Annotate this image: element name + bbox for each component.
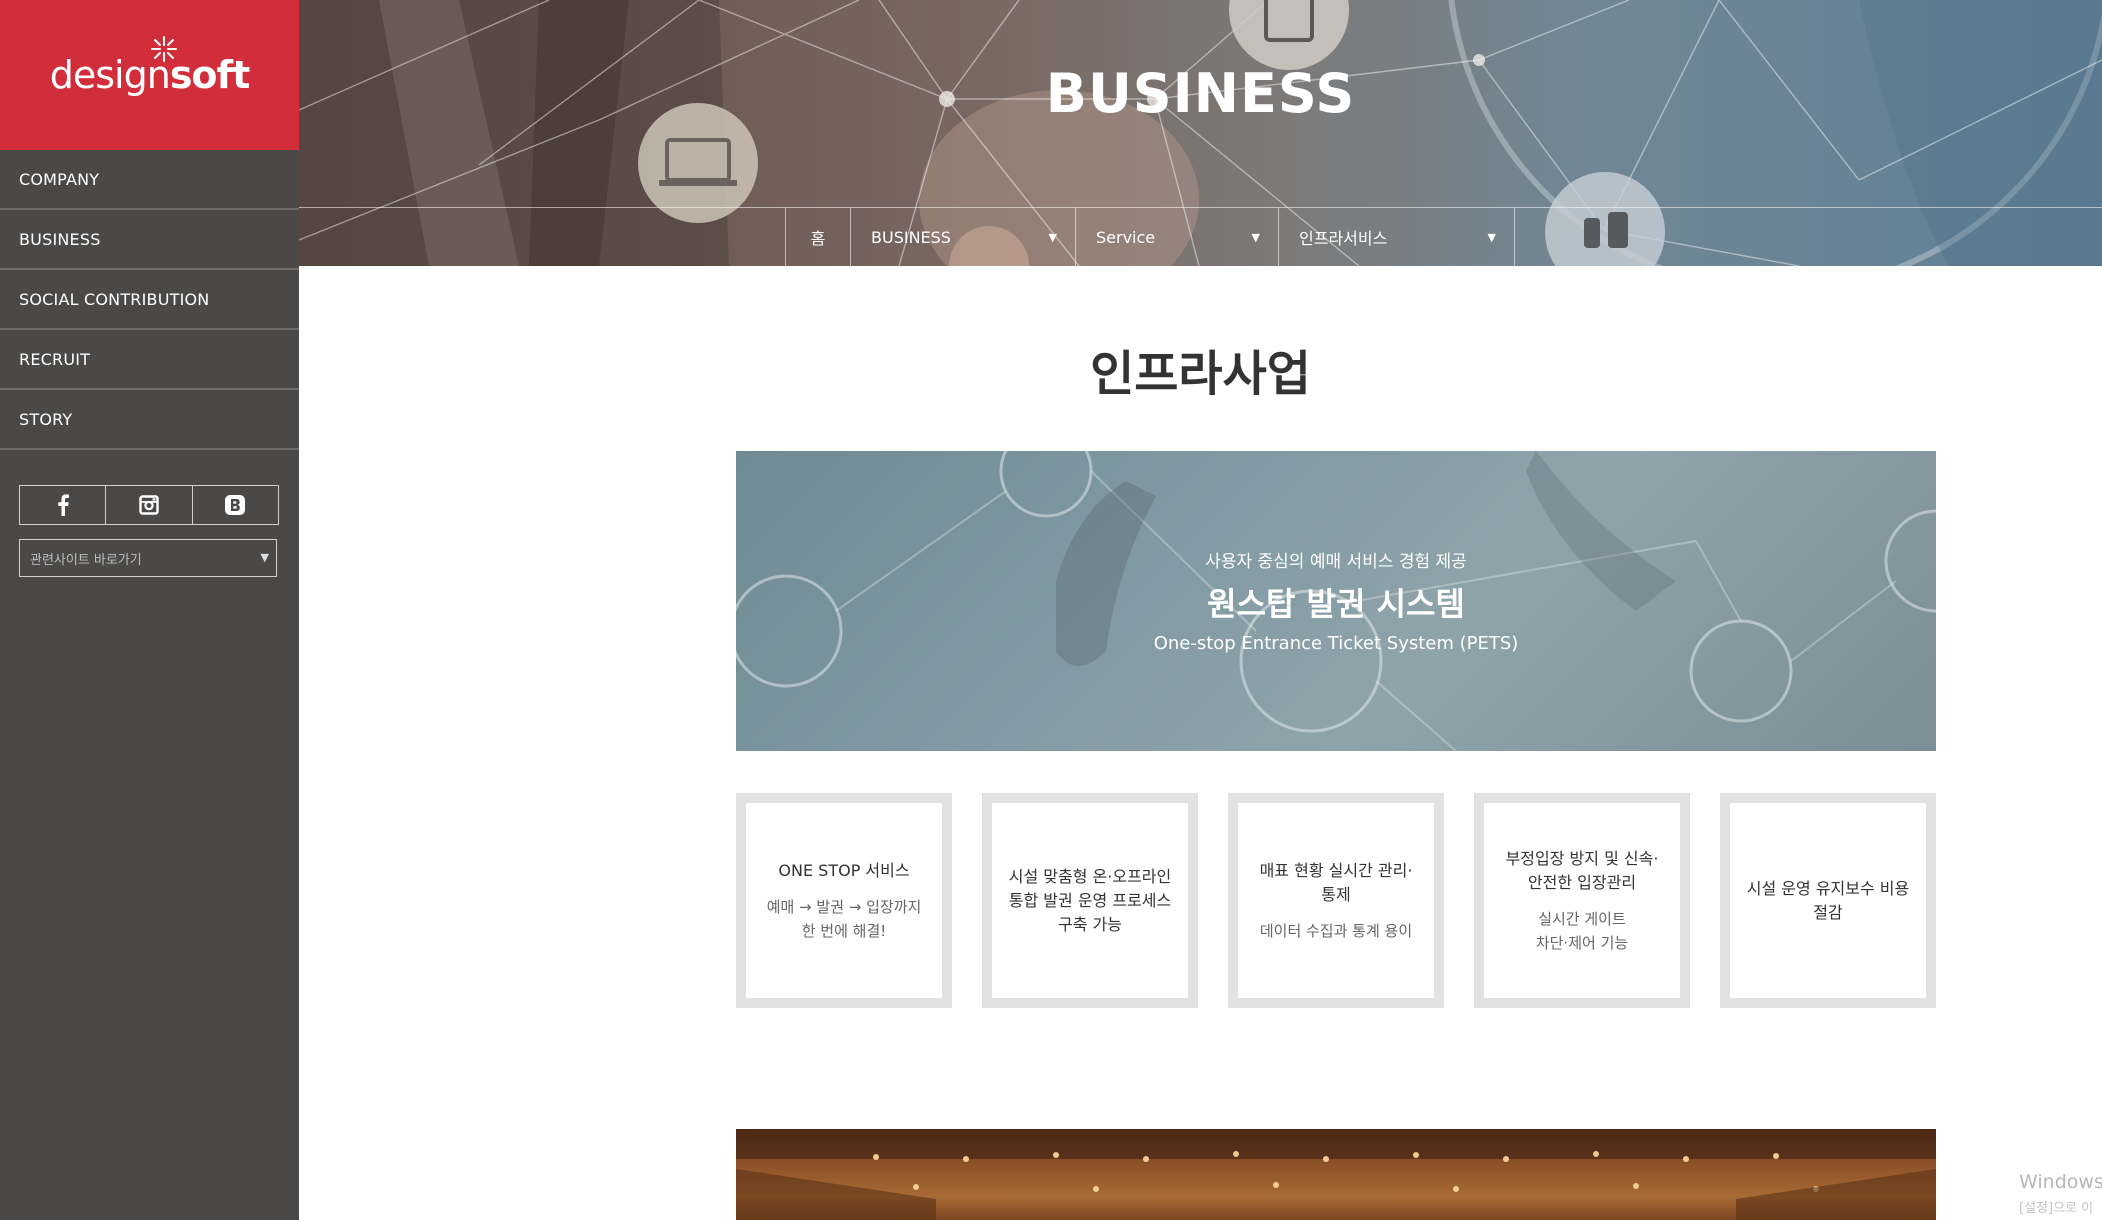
- feature-desc: 실시간 게이트 차단·제어 기능: [1536, 907, 1628, 955]
- nav-item-label: STORY: [19, 409, 73, 429]
- page-title: 인프라사업: [1090, 346, 1311, 402]
- banner-title: 원스탑 발권 시스템: [1207, 585, 1465, 623]
- breadcrumb-infra-select[interactable]: 인프라서비스 ▼: [1278, 208, 1515, 266]
- related-sites-select[interactable]: 관련사이트 바로가기 ▼: [19, 539, 277, 577]
- feature-title: 매표 현황 실시간 관리· 통제: [1260, 859, 1413, 907]
- feature-title-line: ONE STOP 서비스: [778, 860, 910, 880]
- feature-desc: 예매 → 발권 → 입장까지 한 번에 해결!: [767, 895, 922, 943]
- venue-illustration: [736, 1129, 1936, 1220]
- hero-banner: BUSINESS 홈 BUSINESS ▼ Service ▼ 인프라서비스 ▼: [299, 0, 2102, 266]
- logo-text: designsoft: [50, 36, 250, 97]
- nav-item-business[interactable]: BUSINESS: [0, 210, 299, 270]
- nav-item-label: COMPANY: [19, 169, 100, 189]
- breadcrumb-business-select[interactable]: BUSINESS ▼: [850, 208, 1075, 266]
- feature-card: 시설 운영 유지보수 비용 절감: [1720, 793, 1936, 1008]
- breadcrumb: 홈 BUSINESS ▼ Service ▼ 인프라서비스 ▼: [785, 208, 1515, 266]
- feature-title-line: 절감: [1813, 902, 1843, 922]
- feature-title-line: 안전한 입장관리: [1527, 872, 1637, 892]
- facebook-button[interactable]: [20, 486, 107, 524]
- feature-title: 시설 운영 유지보수 비용 절감: [1747, 877, 1909, 925]
- instagram-button[interactable]: [106, 486, 193, 524]
- feature-desc-line: 실시간 게이트: [1538, 909, 1626, 928]
- feature-title-line: 구축 가능: [1058, 914, 1122, 934]
- feature-title-line: 통합 발권 운영 프로세스: [1008, 890, 1172, 910]
- windows-activation-watermark: Windows: [2019, 1171, 2102, 1193]
- feature-desc-line: 예매 → 발권 → 입장까지: [766, 897, 922, 916]
- service-banner: 사용자 중심의 예매 서비스 경험 제공 원스탑 발권 시스템 One-stop…: [736, 451, 1936, 751]
- windows-activation-watermark-sub: [설정]으로 이: [2019, 1201, 2094, 1216]
- blog-icon: [225, 495, 246, 515]
- facebook-icon: [57, 494, 69, 516]
- related-sites-placeholder: 관련사이트 바로가기: [30, 552, 142, 568]
- feature-title-line: 부정입장 방지 및 신속·: [1505, 848, 1659, 868]
- banner-subtitle: 사용자 중심의 예매 서비스 경험 제공: [1205, 552, 1467, 572]
- nav-item-recruit[interactable]: RECRUIT: [0, 330, 299, 390]
- venue-banner-image: [736, 1129, 1936, 1220]
- nav-item-company[interactable]: COMPANY: [0, 150, 299, 210]
- feature-title-line: 시설 운영 유지보수 비용: [1746, 878, 1910, 898]
- feature-title-line: 통제: [1321, 884, 1351, 904]
- feature-card: 매표 현황 실시간 관리· 통제 데이터 수집과 통계 용이: [1228, 793, 1444, 1008]
- feature-card: ONE STOP 서비스 예매 → 발권 → 입장까지 한 번에 해결!: [736, 793, 952, 1008]
- feature-title: ONE STOP 서비스: [778, 859, 909, 883]
- logo-text-bold: soft: [169, 53, 250, 97]
- chevron-down-icon: ▼: [1487, 230, 1496, 244]
- nav-item-label: BUSINESS: [19, 229, 101, 249]
- feature-title: 시설 맞춤형 온·오프라인 통합 발권 운영 프로세스 구축 가능: [1009, 865, 1171, 937]
- breadcrumb-home-label: 홈: [810, 229, 826, 248]
- chevron-down-icon: ▼: [1251, 230, 1260, 244]
- breadcrumb-service-label: Service: [1096, 227, 1156, 247]
- feature-title-line: 시설 맞춤형 온·오프라인: [1008, 866, 1172, 886]
- feature-list: ONE STOP 서비스 예매 → 발권 → 입장까지 한 번에 해결! 시설 …: [736, 793, 1936, 1008]
- main-nav: COMPANY BUSINESS SOCIAL CONTRIBUTION REC…: [0, 150, 299, 450]
- social-links: [19, 485, 279, 525]
- breadcrumb-business-label: BUSINESS: [871, 227, 951, 247]
- nav-item-story[interactable]: STORY: [0, 390, 299, 450]
- instagram-icon: [139, 495, 159, 515]
- breadcrumb-infra-label: 인프라서비스: [1299, 229, 1388, 248]
- nav-item-label: RECRUIT: [19, 349, 91, 369]
- breadcrumb-home[interactable]: 홈: [785, 208, 850, 266]
- banner-english-title: One-stop Entrance Ticket System (PETS): [1153, 633, 1519, 654]
- feature-desc: 데이터 수집과 통계 용이: [1260, 919, 1412, 943]
- chevron-down-icon: ▼: [1048, 230, 1057, 244]
- nav-item-label: SOCIAL CONTRIBUTION: [19, 289, 210, 309]
- sidebar: designsoft COMPANY BUSINESS SOCIAL CONTR…: [0, 0, 299, 1220]
- logo[interactable]: designsoft: [0, 0, 299, 150]
- blog-button[interactable]: [193, 486, 278, 524]
- dropdown-arrow-icon: ▼: [260, 551, 269, 564]
- feature-title-line: 매표 현황 실시간 관리·: [1259, 860, 1413, 880]
- feature-desc-line: 데이터 수집과 통계 용이: [1259, 921, 1413, 940]
- breadcrumb-service-select[interactable]: Service ▼: [1075, 208, 1278, 266]
- feature-card: 시설 맞춤형 온·오프라인 통합 발권 운영 프로세스 구축 가능: [982, 793, 1198, 1008]
- sparkle-icon: [150, 36, 177, 62]
- hero-title: BUSINESS: [1045, 62, 1356, 125]
- feature-desc-line: 차단·제어 기능: [1535, 933, 1629, 952]
- feature-card: 부정입장 방지 및 신속· 안전한 입장관리 실시간 게이트 차단·제어 기능: [1474, 793, 1690, 1008]
- feature-desc-line: 한 번에 해결!: [801, 921, 887, 940]
- feature-title: 부정입장 방지 및 신속· 안전한 입장관리: [1506, 847, 1659, 895]
- nav-item-social-contribution[interactable]: SOCIAL CONTRIBUTION: [0, 270, 299, 330]
